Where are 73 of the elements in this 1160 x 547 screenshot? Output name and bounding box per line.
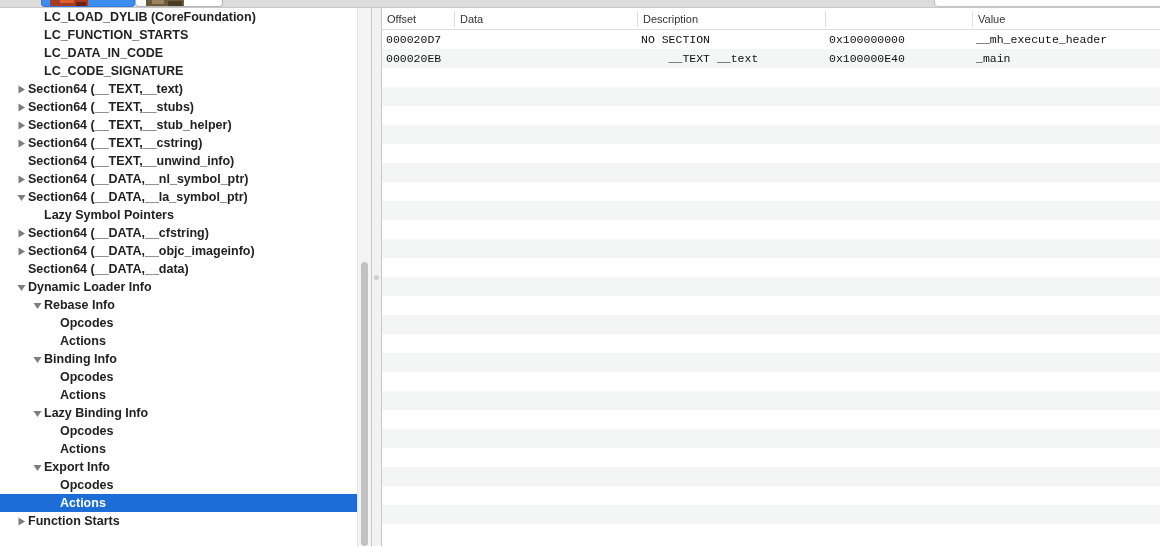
table-cell: 0x100000E40 xyxy=(829,51,905,65)
column-header[interactable]: Offset xyxy=(382,10,454,27)
collapse-icon[interactable] xyxy=(33,408,42,418)
tree-item[interactable]: Actions xyxy=(0,332,357,350)
expand-icon[interactable] xyxy=(17,102,26,112)
expand-icon[interactable] xyxy=(17,120,26,130)
segment-button[interactable] xyxy=(135,0,223,7)
scrollbar[interactable] xyxy=(357,8,371,546)
expand-icon[interactable] xyxy=(17,84,26,94)
expand-icon[interactable] xyxy=(17,138,26,148)
tree-item[interactable]: Export Info xyxy=(0,458,357,476)
column-header[interactable]: Value xyxy=(972,10,1160,27)
tree-item[interactable]: Section64 (__DATA,__data) xyxy=(0,260,357,278)
collapse-icon[interactable] xyxy=(17,282,26,292)
tree-item[interactable]: Section64 (__TEXT,__text) xyxy=(0,80,357,98)
table-cell: _main xyxy=(976,51,1011,65)
tree-item[interactable]: LC_LOAD_DYLIB (CoreFoundation) xyxy=(0,8,357,26)
search-field[interactable] xyxy=(934,0,1160,7)
table-row[interactable] xyxy=(382,87,1160,106)
tree-item[interactable]: LC_CODE_SIGNATURE xyxy=(0,62,357,80)
collapse-icon[interactable] xyxy=(33,354,42,364)
table-row[interactable] xyxy=(382,239,1160,258)
table-row[interactable]: 000020EB __TEXT __text 0x100000E40 _main xyxy=(382,49,1160,68)
tree-item[interactable]: Section64 (__TEXT,__stub_helper) xyxy=(0,116,357,134)
tree-item[interactable]: Actions xyxy=(0,386,357,404)
tree-item[interactable]: Section64 (__DATA,__objc_imageinfo) xyxy=(0,242,357,260)
collapse-icon[interactable] xyxy=(33,462,42,472)
table-cell: 000020EB xyxy=(386,51,442,65)
column-header[interactable]: Data xyxy=(454,10,637,27)
tree-item[interactable]: Dynamic Loader Info xyxy=(0,278,357,296)
scroll-thumb[interactable] xyxy=(361,262,368,546)
table-cell-text: __TEXT __text xyxy=(667,51,759,65)
column-header[interactable]: Description xyxy=(637,10,825,27)
tree-item[interactable]: Actions xyxy=(0,440,357,458)
table-cell: 0x100000000 xyxy=(829,32,905,46)
splitter[interactable] xyxy=(372,8,382,546)
tree-item[interactable]: Opcodes xyxy=(0,422,357,440)
tree-item[interactable]: Opcodes xyxy=(0,476,357,494)
table-row[interactable] xyxy=(382,125,1160,144)
tree-item[interactable]: Section64 (__TEXT,__stubs) xyxy=(0,98,357,116)
table-row[interactable] xyxy=(382,429,1160,448)
collapse-icon[interactable] xyxy=(33,300,42,310)
expand-icon[interactable] xyxy=(17,174,26,184)
tree-item[interactable]: Opcodes xyxy=(0,368,357,386)
expand-icon[interactable] xyxy=(17,228,26,238)
tree-item[interactable]: Function Starts xyxy=(0,512,357,530)
table-row[interactable] xyxy=(382,277,1160,296)
tree-item[interactable]: Section64 (__DATA,__nl_symbol_ptr) xyxy=(0,170,357,188)
expand-icon[interactable] xyxy=(17,246,26,256)
table-row[interactable] xyxy=(382,505,1160,524)
expand-icon[interactable] xyxy=(17,516,26,526)
table-cell: NO SECTION xyxy=(641,32,710,46)
table-row[interactable] xyxy=(382,391,1160,410)
table-cell: 000020D7 xyxy=(386,32,442,46)
collapse-icon[interactable] xyxy=(17,192,26,202)
tree-item[interactable]: Actions xyxy=(0,494,357,512)
tree-item[interactable]: LC_DATA_IN_CODE xyxy=(0,44,357,62)
tree-item[interactable]: Binding Info xyxy=(0,350,357,368)
table-row[interactable] xyxy=(382,315,1160,334)
table-row[interactable] xyxy=(382,467,1160,486)
table-row[interactable] xyxy=(382,353,1160,372)
table-row[interactable] xyxy=(382,163,1160,182)
tree-item[interactable]: Section64 (__TEXT,__unwind_info) xyxy=(0,152,357,170)
tree-item[interactable]: Section64 (__DATA,__cfstring) xyxy=(0,224,357,242)
table-row[interactable] xyxy=(382,201,1160,220)
table-cell: __mh_execute_header xyxy=(976,32,1108,46)
tree-item[interactable]: LC_FUNCTION_STARTS xyxy=(0,26,357,44)
tree-item[interactable]: Section64 (__DATA,__la_symbol_ptr) xyxy=(0,188,357,206)
tree-item[interactable]: Lazy Binding Info xyxy=(0,404,357,422)
tree-item[interactable]: Section64 (__TEXT,__cstring) xyxy=(0,134,357,152)
tree-item[interactable]: Rebase Info xyxy=(0,296,357,314)
tree-item[interactable]: Lazy Symbol Pointers xyxy=(0,206,357,224)
tree-item[interactable]: Opcodes xyxy=(0,314,357,332)
